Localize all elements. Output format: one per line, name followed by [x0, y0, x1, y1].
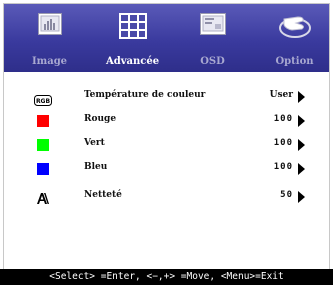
red-square-icon: [37, 115, 49, 127]
row-label: Rouge: [84, 114, 117, 124]
key-hint-bar: <Select> =Enter, <−,+> =Move, <Menu>=Exi…: [0, 269, 333, 285]
row-value: 100: [273, 114, 293, 124]
image-icon: [37, 13, 62, 39]
osd-icon: [199, 13, 226, 39]
row-value: 50: [280, 190, 293, 200]
row-label: Netteté: [84, 190, 122, 200]
tab-osd[interactable]: OSD: [172, 4, 253, 72]
tab-option[interactable]: Option: [254, 4, 333, 72]
tab-label: Advancée: [105, 56, 160, 67]
setting-row-green[interactable]: Vert 100: [0, 135, 333, 155]
right-arrow-icon[interactable]: [298, 115, 305, 127]
menu-tab-bar: Image Advancée OSD Option: [4, 4, 329, 72]
setting-row-red[interactable]: Rouge 100: [0, 111, 333, 131]
tab-label: OSD: [200, 56, 225, 67]
sharpness-icon: [36, 190, 50, 204]
setting-row-sharpness[interactable]: Netteté 50: [0, 187, 333, 207]
rgb-icon-text: RGB: [36, 98, 51, 105]
row-value: 100: [273, 162, 293, 172]
rgb-icon: RGB: [34, 91, 52, 106]
tab-label: Image: [31, 56, 68, 67]
right-arrow-icon[interactable]: [298, 139, 305, 151]
blue-square-icon: [37, 163, 49, 175]
tab-advanced[interactable]: Advancée: [92, 4, 173, 72]
grid-icon: [118, 13, 147, 43]
tab-image[interactable]: Image: [9, 4, 90, 72]
green-square-icon: [37, 139, 49, 151]
hand-icon: [278, 13, 312, 43]
row-value: 100: [273, 138, 293, 148]
setting-row-blue[interactable]: Bleu 100: [0, 159, 333, 179]
setting-row-color-temperature[interactable]: RGB Température de couleur User: [0, 87, 333, 107]
row-label: Température de couleur: [84, 90, 206, 100]
row-value: User: [269, 90, 293, 100]
right-arrow-icon[interactable]: [298, 163, 305, 175]
tab-label: Option: [275, 56, 314, 67]
row-label: Vert: [84, 138, 105, 148]
row-label: Bleu: [84, 162, 108, 172]
right-arrow-icon[interactable]: [298, 91, 305, 103]
right-arrow-icon[interactable]: [298, 191, 305, 203]
